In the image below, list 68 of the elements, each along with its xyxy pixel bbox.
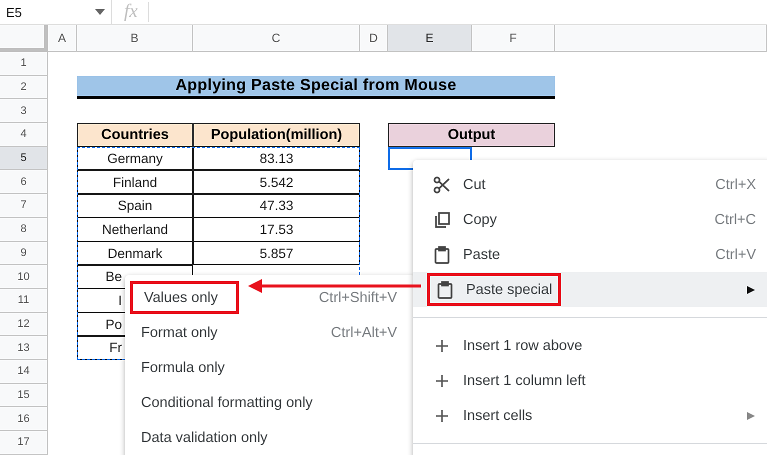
row-header[interactable]: 2	[0, 76, 48, 100]
clipboard-icon	[433, 246, 451, 264]
row-header[interactable]: 15	[0, 384, 48, 408]
sheet-title: Applying Paste Special from Mouse	[77, 76, 555, 100]
column-header[interactable]: E	[388, 25, 472, 52]
row-header[interactable]: 11	[0, 288, 48, 313]
shortcut-label: Ctrl+C	[714, 212, 756, 228]
column-header[interactable]: F	[472, 25, 555, 52]
menu-item[interactable]: Insert 1 row above	[413, 328, 767, 363]
row-header[interactable]: 16	[0, 407, 48, 431]
row-header[interactable]: 12	[0, 312, 48, 336]
menu-item-label: Conditional formatting only	[141, 394, 313, 410]
menu-item[interactable]: Insert cells	[413, 398, 767, 433]
row-header[interactable]: 7	[0, 194, 48, 218]
menu-item-label: Insert cells	[463, 408, 532, 424]
row-header[interactable]: 6	[0, 170, 48, 194]
menu-item[interactable]: Cut Ctrl+X	[413, 167, 767, 202]
formula-label: fx	[124, 2, 149, 22]
row-header[interactable]: 5	[0, 146, 48, 170]
menu-item-label: Formula only	[141, 360, 225, 376]
cell-reference: E5	[6, 4, 22, 20]
row-header[interactable]: 4	[0, 123, 48, 147]
column-header[interactable]: D	[360, 25, 388, 52]
row-header[interactable]: 17	[0, 431, 48, 455]
menu-item-label: Copy	[463, 212, 497, 228]
table-header: Population(million)	[193, 123, 360, 147]
table-cell: Spain	[77, 194, 193, 218]
table-cell: 83.13	[193, 146, 360, 170]
row-header[interactable]: 13	[0, 336, 48, 360]
table-cell: 47.33	[193, 194, 360, 218]
shortcut-label: Ctrl+Shift+V	[318, 290, 397, 306]
table-header: Countries	[77, 123, 193, 147]
table-cell: 5.542	[193, 170, 360, 194]
table-cell: Netherland	[77, 217, 193, 242]
column-header[interactable]: A	[48, 25, 77, 52]
table-cell: Denmark	[77, 241, 193, 266]
menu-item[interactable]: Insert 1 column left	[413, 363, 767, 398]
row-header[interactable]: 3	[0, 99, 48, 124]
shortcut-label: Ctrl+X	[715, 176, 756, 192]
menu-item-label: Paste special	[466, 282, 552, 298]
column-header[interactable]: C	[193, 25, 360, 52]
shortcut-label: Ctrl+Alt+V	[330, 324, 397, 340]
dropdown-caret-icon	[95, 9, 105, 15]
menu-item[interactable]: Copy Ctrl+C	[413, 202, 767, 237]
table-cell: Finland	[77, 170, 193, 194]
menu-item-label: Insert 1 row above	[463, 338, 582, 354]
menu-item[interactable]: Conditional formatting only	[125, 385, 415, 420]
row-header[interactable]: 8	[0, 218, 48, 242]
menu-item-label: Cut	[463, 176, 486, 192]
table-cell: Germany	[77, 146, 193, 170]
menu-item[interactable]: Paste special	[413, 272, 767, 307]
table-header: Output	[388, 123, 555, 147]
row-header[interactable]: 10	[0, 265, 48, 289]
menu-item[interactable]: Data validation only	[125, 420, 415, 455]
copy-icon	[433, 210, 451, 228]
table-cell: 5.857	[193, 241, 360, 266]
clipboard-icon	[436, 280, 454, 298]
menu-item-label: Paste	[463, 246, 500, 262]
row-header[interactable]: 14	[0, 360, 48, 384]
shortcut-label: Ctrl+V	[715, 246, 756, 262]
menu-item-label: Insert 1 column left	[463, 372, 586, 388]
menu-item[interactable]: Paste Ctrl+V	[413, 237, 767, 272]
row-header[interactable]: 9	[0, 242, 48, 266]
scissors-icon	[433, 176, 451, 194]
column-header[interactable]: B	[77, 25, 193, 52]
menu-item-label: Data validation only	[141, 430, 268, 446]
row-header[interactable]: 1	[0, 52, 48, 76]
table-cell: 17.53	[193, 217, 360, 242]
